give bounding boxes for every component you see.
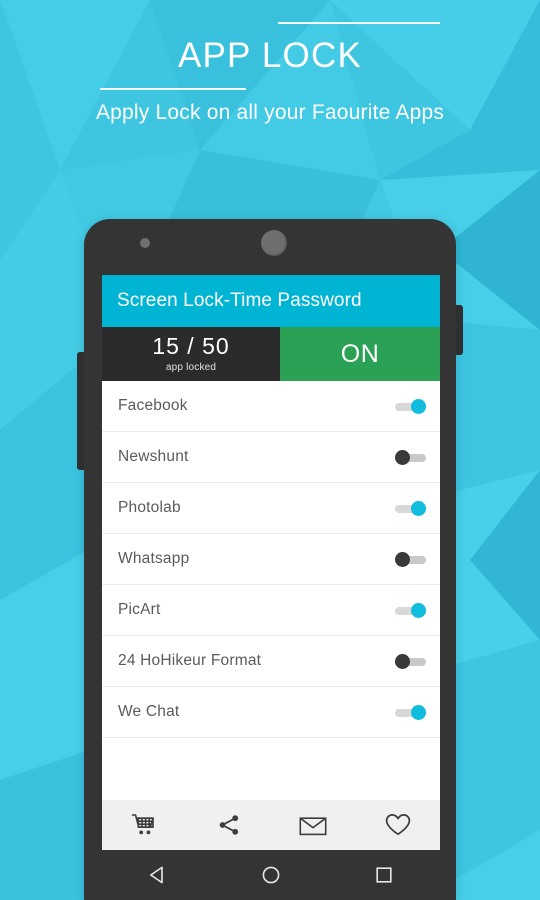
divider-top	[278, 22, 440, 24]
toggle-knob	[411, 704, 426, 720]
app-list-item[interactable]: Photolab	[102, 483, 440, 534]
divider-bottom	[100, 88, 246, 90]
promo-banner-root: APP LOCK Apply Lock on all your Faourite…	[0, 0, 540, 900]
master-toggle-button[interactable]: ON	[280, 327, 440, 381]
page-subtitle: Apply Lock on all your Faourite Apps	[95, 101, 445, 124]
page-title: APP LOCK	[177, 36, 363, 75]
volume-button[interactable]	[77, 352, 84, 470]
back-triangle-icon[interactable]	[128, 857, 188, 893]
share-icon[interactable]	[187, 813, 272, 837]
front-camera-icon	[140, 238, 150, 248]
app-list-item[interactable]: Whatsapp	[102, 534, 440, 585]
app-list-item-label: Whatsapp	[118, 550, 190, 567]
promo-header: APP LOCK Apply Lock on all your Faourite…	[0, 0, 540, 160]
toggle-knob	[395, 449, 410, 465]
earpiece-speaker-icon	[261, 230, 287, 256]
app-list-item[interactable]: Newshunt	[102, 432, 440, 483]
app-list-item-label: Facebook	[118, 397, 188, 414]
toggle-knob	[411, 500, 426, 516]
phone-screen: Screen Lock-Time Password 15 / 50 app lo…	[102, 275, 440, 850]
shopping-cart-icon[interactable]	[102, 813, 187, 837]
mail-envelope-icon[interactable]	[271, 814, 356, 836]
app-list-item[interactable]: PicArt	[102, 585, 440, 636]
android-nav-bar	[102, 852, 440, 898]
stats-strip: 15 / 50 app locked ON	[102, 327, 440, 381]
app-list-item-label: 24 HoHikeur Format	[118, 652, 262, 669]
master-toggle-state: ON	[340, 339, 380, 368]
toggle-knob	[411, 602, 426, 618]
app-list-item[interactable]: We Chat	[102, 687, 440, 738]
locked-count-value: 15 / 50	[152, 333, 230, 359]
app-list-item[interactable]: 24 HoHikeur Format	[102, 636, 440, 687]
app-lock-toggle[interactable]	[395, 653, 426, 669]
bottom-toolbar	[102, 800, 440, 850]
app-bar: Screen Lock-Time Password	[102, 275, 440, 327]
app-list-item-label: Newshunt	[118, 448, 189, 465]
app-list-item-label: We Chat	[118, 703, 180, 720]
app-lock-toggle[interactable]	[395, 398, 426, 414]
app-list-item-label: Photolab	[118, 499, 181, 516]
home-circle-icon[interactable]	[241, 857, 301, 893]
recents-square-icon[interactable]	[354, 857, 414, 893]
toggle-knob	[395, 551, 410, 567]
toggle-knob	[411, 398, 426, 414]
phone-mockup: Screen Lock-Time Password 15 / 50 app lo…	[77, 219, 463, 900]
locked-count-panel: 15 / 50 app locked	[102, 327, 280, 381]
app-lock-toggle[interactable]	[395, 449, 426, 465]
app-list-item-label: PicArt	[118, 601, 161, 618]
app-lock-toggle[interactable]	[395, 602, 426, 618]
power-button[interactable]	[456, 305, 463, 355]
app-lock-toggle[interactable]	[395, 551, 426, 567]
app-bar-title: Screen Lock-Time Password	[117, 290, 362, 311]
app-lock-toggle[interactable]	[395, 500, 426, 516]
app-list-item[interactable]: Facebook	[102, 381, 440, 432]
heart-icon[interactable]	[356, 813, 441, 837]
app-list: Facebook Newshunt Photolab Whatsapp PicArt 24…	[102, 381, 440, 800]
toggle-knob	[395, 653, 410, 669]
locked-count-label: app locked	[165, 362, 217, 373]
app-lock-toggle[interactable]	[395, 704, 426, 720]
